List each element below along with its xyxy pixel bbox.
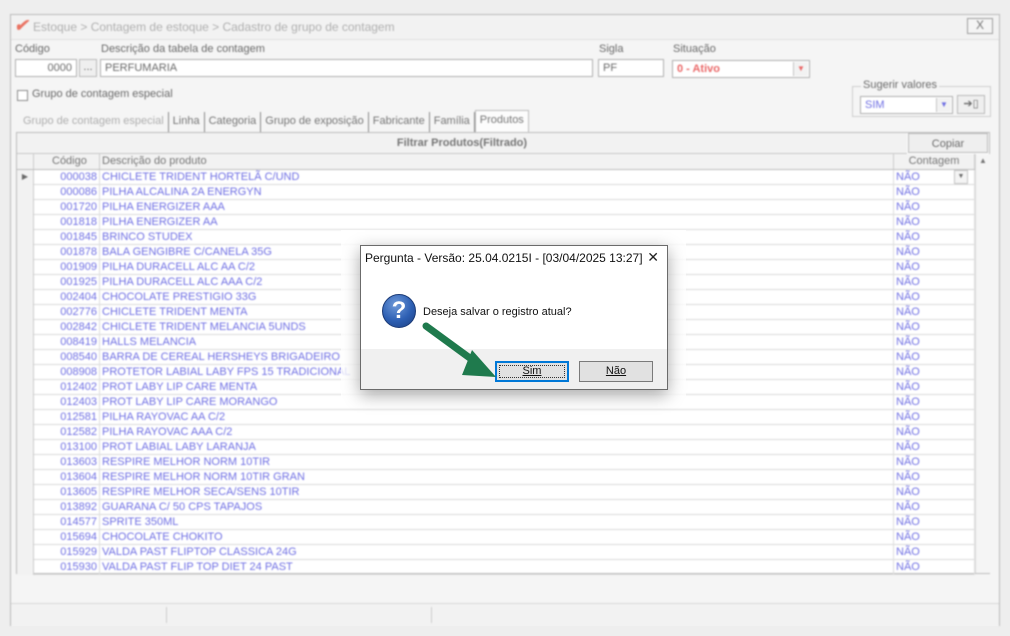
dialog-message: Deseja salvar o registro atual? bbox=[423, 306, 572, 318]
no-button[interactable]: Não bbox=[579, 361, 653, 382]
dialog-close-icon[interactable]: ✕ bbox=[647, 249, 659, 265]
no-label: Não bbox=[605, 365, 627, 377]
question-icon: ? bbox=[382, 294, 416, 328]
dialog-title: Pergunta - Versão: 25.04.0215I - [03/04/… bbox=[365, 251, 643, 265]
pointer-arrow-icon bbox=[422, 322, 496, 377]
